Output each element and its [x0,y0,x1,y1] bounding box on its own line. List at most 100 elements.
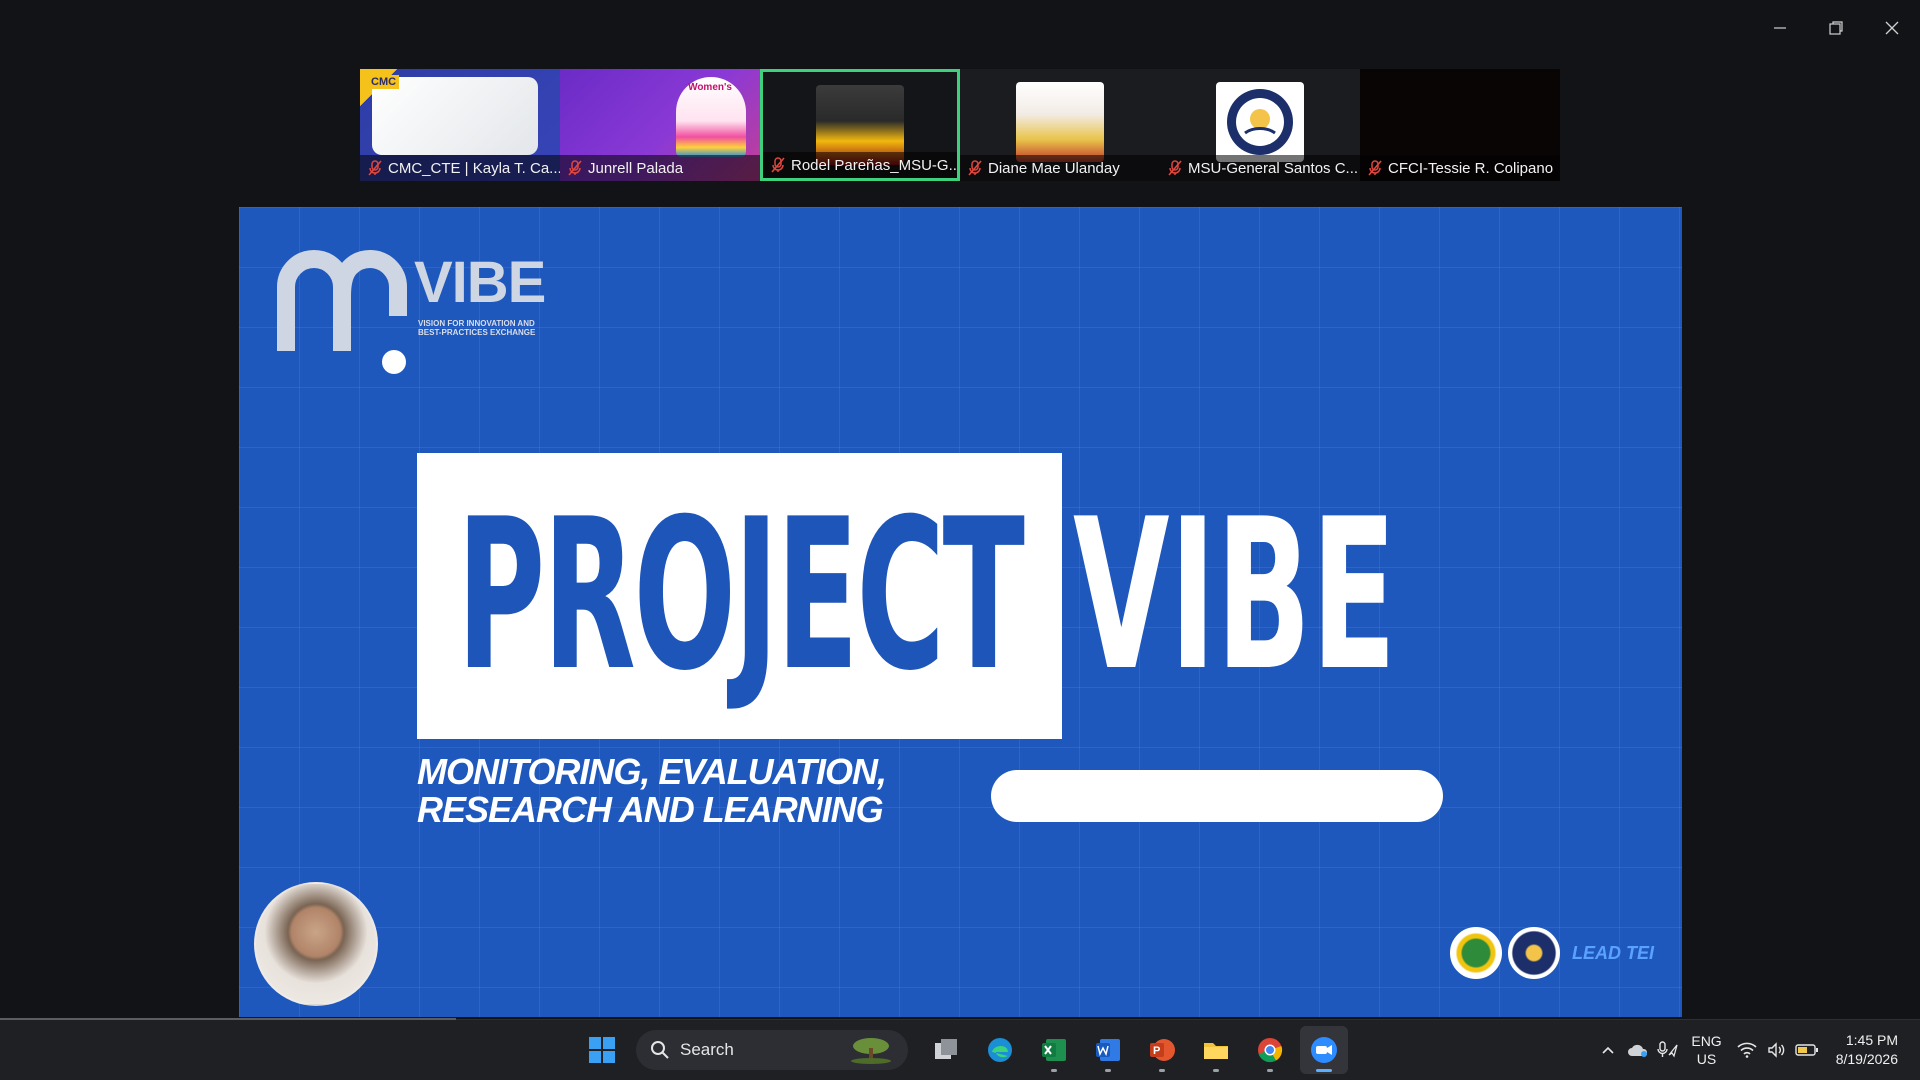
task-view-button[interactable] [922,1026,970,1074]
restore-button[interactable] [1808,0,1864,56]
participant-tile[interactable]: Diane Mae Ulanday [960,69,1160,181]
presenter-camera-bubble[interactable] [254,882,378,1006]
battery-button[interactable] [1792,1035,1822,1065]
language-indicator[interactable]: ENG US [1691,1032,1721,1068]
microphone-location-button[interactable] [1653,1035,1683,1065]
excel-app[interactable] [1030,1026,1078,1074]
powerpoint-app[interactable]: P [1138,1026,1186,1074]
minimize-icon [1774,27,1786,29]
divider [0,1018,456,1020]
participant-logo: Women's [688,82,732,93]
powerpoint-icon: P [1150,1039,1175,1061]
participant-tile[interactable]: Women's Junrell Palada [560,69,760,181]
onedrive-button[interactable] [1623,1035,1653,1065]
participant-name-bar: Junrell Palada [560,155,760,181]
participant-avatar [1016,82,1104,162]
mic-muted-icon [771,157,785,173]
word-app[interactable] [1084,1026,1132,1074]
participant-avatar [1216,82,1304,162]
wifi-button[interactable] [1732,1035,1762,1065]
running-indicator [1267,1069,1273,1072]
participant-name: Diane Mae Ulanday [988,159,1120,177]
file-explorer-app[interactable] [1192,1026,1240,1074]
participant-tile-active-speaker[interactable]: Rodel Pareñas_MSU-G... [760,69,960,181]
cloud-icon [1628,1044,1648,1057]
title-boxed: PROJECT [417,453,1062,739]
volume-button[interactable] [1762,1035,1792,1065]
participant-name-bar: Rodel Pareñas_MSU-G... [763,152,957,178]
running-indicator [1159,1069,1165,1072]
lead-tei-logo: LEAD TEI [1571,943,1654,963]
clock-time: 1:45 PM [1845,1032,1898,1048]
title-project-text: PROJECT [456,475,1025,717]
partner-logos: LEAD TEI [1449,927,1654,979]
show-hidden-icons-button[interactable] [1593,1035,1623,1065]
logo-subtitle: VISION FOR INNOVATION AND BEST-PRACTICES… [418,319,536,338]
edge-icon [988,1038,1012,1062]
running-indicator [1105,1069,1111,1072]
search-placeholder: Search [680,1040,734,1059]
vibe-logo: VIBE VISION FOR INNOVATION AND BEST-PRAC… [274,247,574,382]
participant-logo: CMC [368,75,400,89]
search-icon [651,1041,669,1059]
participant-tile[interactable]: MSU-General Santos C... [1160,69,1360,181]
participant-name-bar: CMC_CTE | Kayla T. Ca... [360,155,560,181]
close-icon [1885,21,1899,35]
mic-muted-icon [1168,160,1182,176]
participant-name-bar: MSU-General Santos C... [1160,155,1360,181]
mic-muted-icon [568,160,582,176]
taskbar-clock[interactable]: 1:45 PM 8/19/2026 [1836,1031,1898,1069]
college-seal-icon [1507,927,1560,979]
mic-muted-icon [1368,160,1382,176]
participant-name: Junrell Palada [588,159,684,177]
window-controls [1752,0,1920,56]
logo-wordmark: VIBE [414,250,546,315]
participant-name: Rodel Pareñas_MSU-G... [791,156,957,174]
shared-screen-slide: VIBE VISION FOR INNOVATION AND BEST-PRAC… [239,207,1682,1017]
restore-icon [1829,21,1843,35]
taskbar-search[interactable]: Search [636,1030,908,1070]
participant-name-bar: CFCI-Tessie R. Colipano [1360,155,1560,181]
participant-name: CFCI-Tessie R. Colipano [1388,159,1554,177]
search-highlight-tree-icon [851,1038,891,1064]
language-line-2: US [1696,1051,1717,1067]
title-vibe-text: VIBE [1073,475,1397,717]
wifi-icon [1737,1042,1757,1058]
windows-logo-icon [589,1037,615,1063]
college-seal-icon [1227,89,1293,155]
participant-name-bar: Diane Mae Ulanday [960,155,1160,181]
participant-tile[interactable]: CMC CMC_CTE | Kayla T. Ca... [360,69,560,181]
participant-name: MSU-General Santos C... [1188,159,1359,177]
mic-location-icon [1657,1041,1678,1058]
mic-muted-icon [968,160,982,176]
running-indicator [1316,1069,1332,1072]
speaker-icon [1768,1042,1784,1058]
subtitle-line-1: MONITORING, EVALUATION, [417,751,887,792]
zoom-app[interactable] [1300,1026,1348,1074]
language-line-1: ENG [1691,1033,1722,1049]
mic-muted-icon [368,160,382,176]
chevron-up-icon [1602,1046,1614,1054]
excel-icon [1042,1039,1066,1061]
participant-tile[interactable]: CFCI-Tessie R. Colipano [1360,69,1560,181]
running-indicator [1051,1069,1057,1072]
vibe-m-logo-icon [277,250,407,374]
chrome-icon [1258,1038,1283,1063]
chrome-app[interactable] [1246,1026,1294,1074]
start-button[interactable] [578,1026,626,1074]
university-seal-icon [1449,927,1502,979]
folder-icon [1204,1043,1228,1059]
decorative-pill [991,770,1443,822]
participant-strip: CMC CMC_CTE | Kayla T. Ca... Women's Jun… [360,69,1560,181]
word-icon [1096,1039,1120,1061]
running-indicator [1213,1069,1219,1072]
minimize-button[interactable] [1752,0,1808,56]
edge-app[interactable] [976,1026,1024,1074]
battery-icon [1795,1044,1818,1056]
close-button[interactable] [1864,0,1920,56]
participant-name: CMC_CTE | Kayla T. Ca... [388,159,560,177]
task-view-icon [935,1039,957,1059]
taskbar-apps: Search P [578,1020,1348,1080]
subtitle-line-2: RESEARCH AND LEARNING [417,789,884,830]
svg-text:P: P [1153,1045,1160,1057]
